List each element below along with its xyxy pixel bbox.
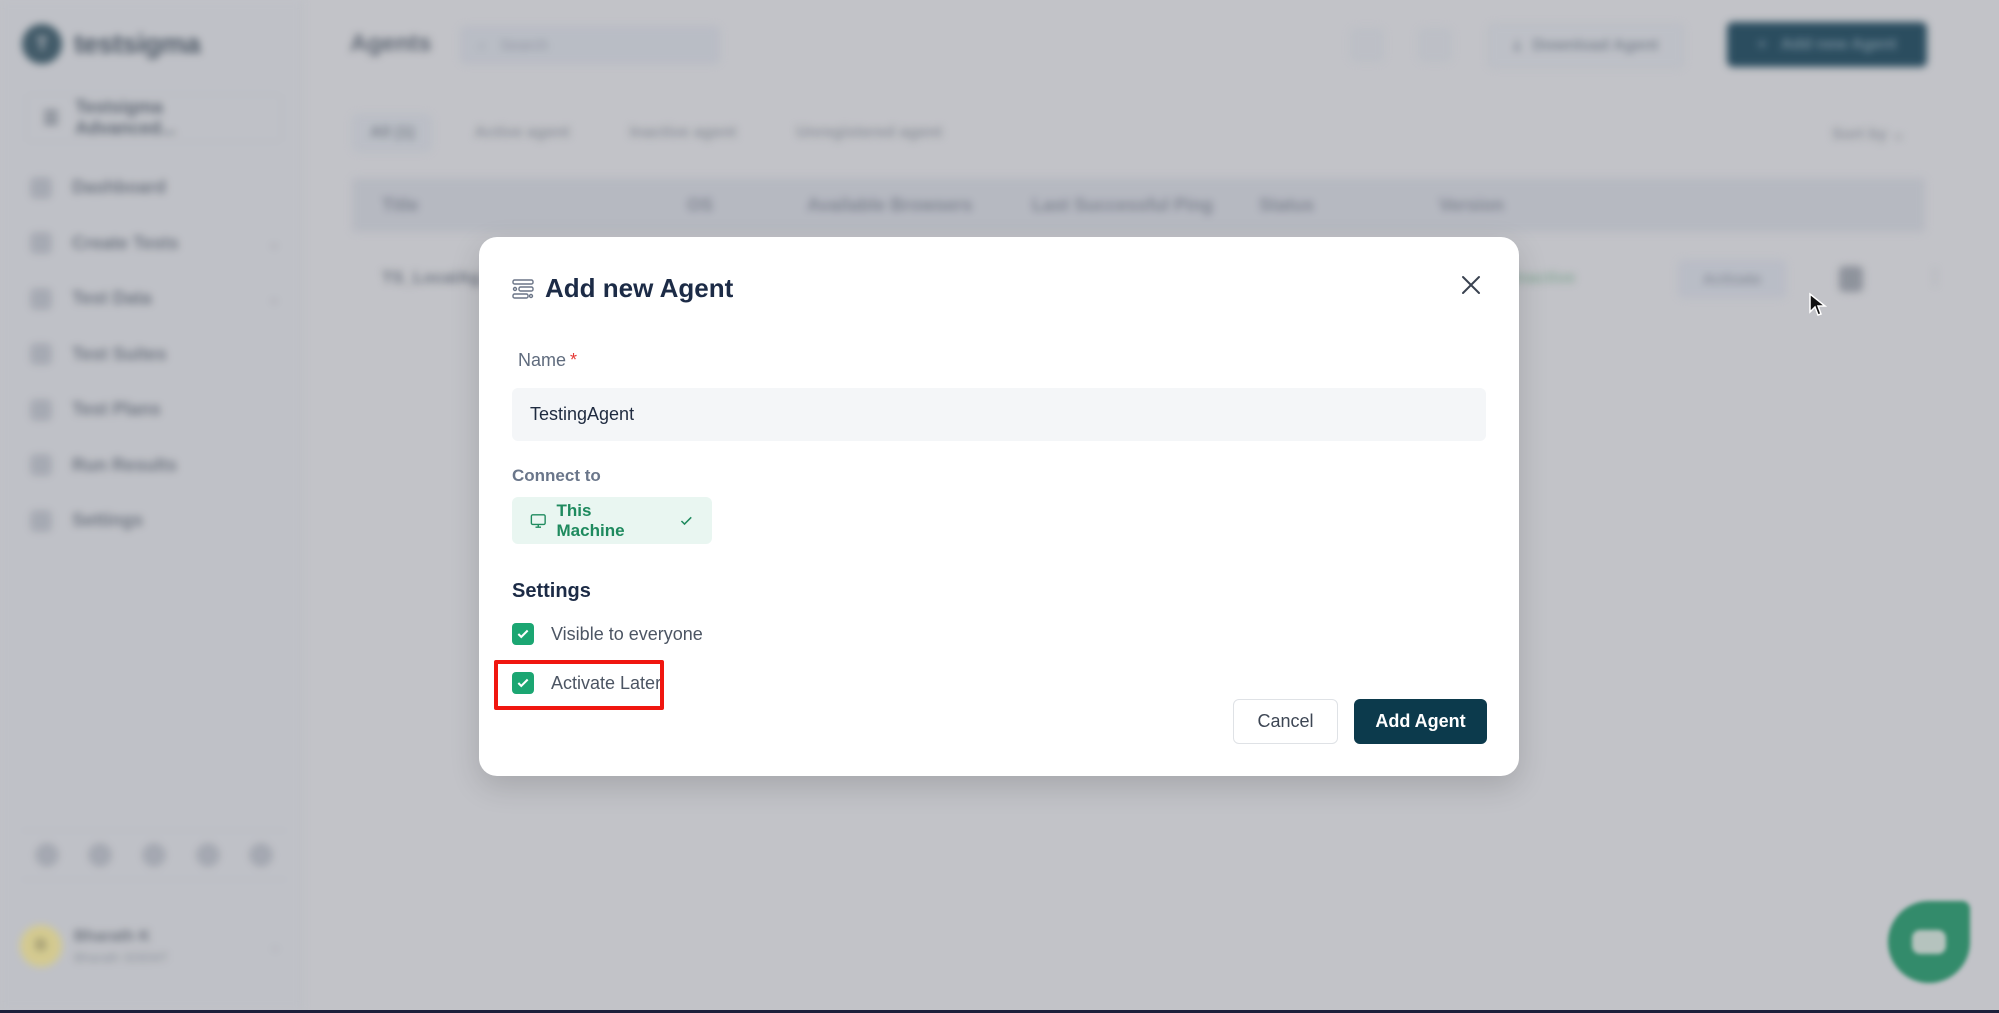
name-label: Name *: [518, 350, 577, 371]
mouse-cursor-icon: [1809, 292, 1828, 316]
activate-later-label: Activate Later: [551, 672, 662, 693]
modal-title: Add new Agent: [545, 273, 734, 303]
name-field[interactable]: [512, 388, 1486, 441]
activate-later-checkbox[interactable]: [512, 672, 534, 694]
add-agent-modal: Add new Agent Name* Connect to This Mach…: [479, 237, 1519, 776]
add-agent-button[interactable]: Add Agent: [1354, 699, 1487, 744]
this-machine-option[interactable]: This Machine: [512, 497, 712, 544]
checkmark-icon: [517, 629, 529, 639]
visible-to-everyone-option[interactable]: Visible to everyone: [512, 623, 703, 645]
name-label-text: Name: [518, 350, 567, 370]
close-button[interactable]: [1457, 271, 1485, 299]
activate-later-option[interactable]: Activate Later: [512, 672, 661, 694]
checkmark-icon: [517, 678, 529, 688]
visible-to-everyone-checkbox[interactable]: [512, 623, 534, 645]
visible-to-everyone-label: Visible to everyone: [551, 623, 703, 644]
cancel-button[interactable]: Cancel: [1233, 699, 1338, 744]
agent-list-icon: [512, 278, 534, 299]
required-indicator: *: [570, 350, 578, 370]
close-icon: [1462, 276, 1480, 294]
connect-to-label: Connect to: [512, 466, 601, 485]
modal-header: Add new Agent: [511, 273, 733, 304]
checkmark-icon: [681, 516, 693, 525]
settings-heading: Settings: [512, 580, 591, 602]
this-machine-label: This Machine: [556, 500, 625, 540]
monitor-icon: [530, 513, 546, 528]
